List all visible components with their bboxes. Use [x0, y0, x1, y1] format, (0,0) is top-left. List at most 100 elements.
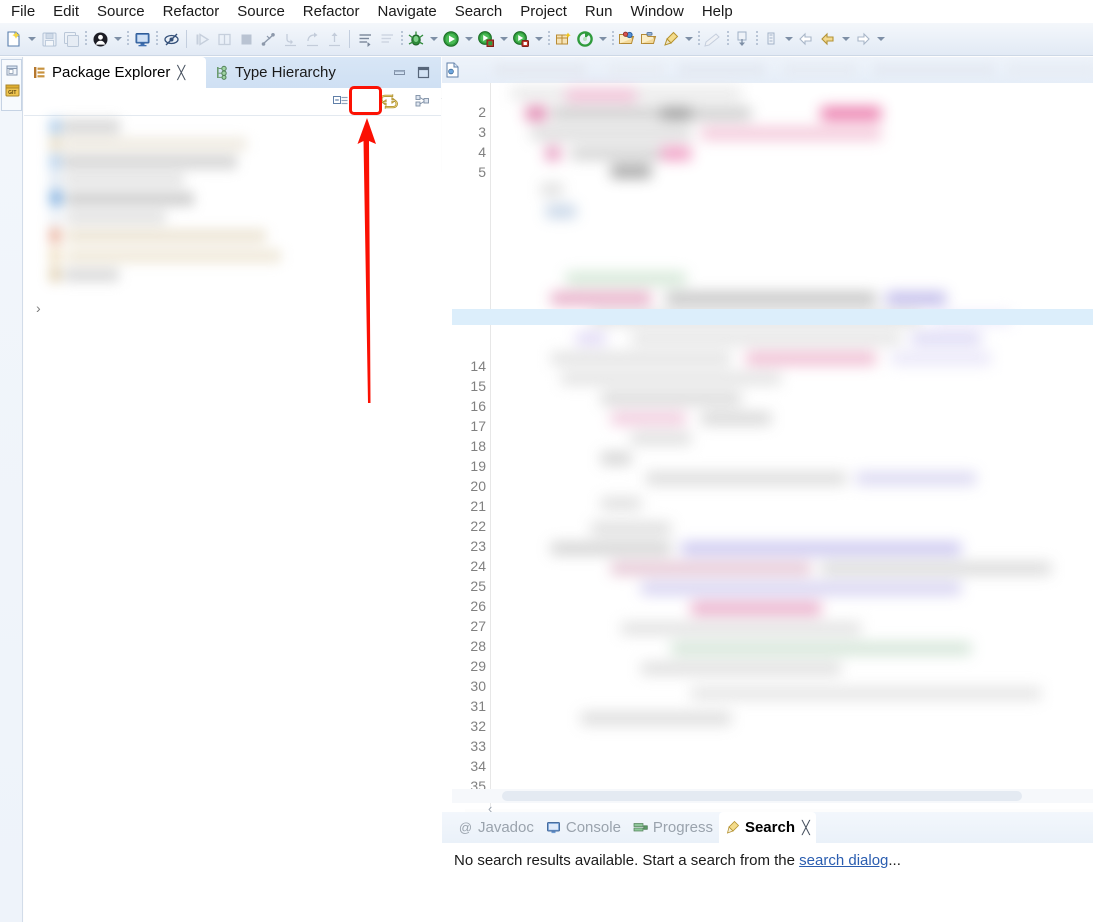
new-wizard-icon[interactable] [3, 27, 25, 51]
view-menu-icon[interactable] [412, 91, 432, 111]
toolbar-dots [545, 28, 552, 50]
tab-search-close-icon[interactable]: ╳ [802, 820, 810, 836]
toolbar-dots [398, 28, 405, 50]
menu-item-refactor[interactable]: Refactor [154, 1, 229, 23]
tab-progress-label: Progress [652, 819, 713, 836]
line-number: 3 [478, 124, 486, 140]
tab-progress[interactable]: Progress [627, 812, 719, 843]
line-number: 4 [478, 144, 486, 160]
next-edit-icon[interactable] [731, 27, 753, 51]
progress-icon [633, 820, 648, 835]
terminate-icon [235, 27, 257, 51]
line-number: 14 [470, 358, 486, 374]
forward-icon[interactable] [817, 27, 839, 51]
new-wizard-dropdown-icon[interactable] [25, 27, 38, 51]
editor-tabbar[interactable] [442, 57, 1093, 83]
tab-type-hierarchy[interactable]: Type Hierarchy [207, 57, 357, 88]
menu-item-help[interactable]: Help [693, 1, 742, 23]
line-number: 32 [470, 718, 486, 734]
external-tools-dropdown-icon[interactable] [596, 27, 609, 51]
search-empty-message-suffix: ... [888, 852, 901, 869]
menu-item-run[interactable]: Run [576, 1, 622, 23]
menu-item-source[interactable]: Source [88, 1, 154, 23]
step-return-icon [323, 27, 345, 51]
debug-icon[interactable] [405, 27, 427, 51]
line-number: 22 [470, 518, 486, 534]
menu-item-navigate[interactable]: Navigate [369, 1, 446, 23]
open-type-icon[interactable] [616, 27, 638, 51]
open-task-icon[interactable] [638, 27, 660, 51]
user-profile-icon[interactable] [89, 27, 111, 51]
step-into-icon [279, 27, 301, 51]
quick-access-icon [702, 27, 724, 51]
search-dialog-link[interactable]: search dialog [799, 852, 888, 869]
run-icon[interactable] [440, 27, 462, 51]
menu-item-search[interactable]: Search [446, 1, 512, 23]
run-coverage-icon[interactable] [475, 27, 497, 51]
toolbar-dots [124, 28, 131, 50]
console-icon [546, 820, 561, 835]
previous-annotation-icon [376, 27, 398, 51]
redacted-code-content[interactable] [491, 87, 1093, 805]
line-number: 31 [470, 698, 486, 714]
tab-package-explorer-close-icon[interactable]: ╳ [177, 66, 185, 79]
search-icon [725, 820, 740, 835]
editor-horizontal-scrollbar[interactable] [452, 789, 1093, 803]
line-number: 29 [470, 658, 486, 674]
search-pin-dropdown-icon[interactable] [682, 27, 695, 51]
editor-area: 2 3 4 5 14 15 16 17 18 19 20 21 22 23 24… [442, 57, 1093, 816]
line-number: 21 [470, 498, 486, 514]
link-with-editor-icon[interactable] [379, 91, 399, 111]
skip-breakpoints-icon[interactable] [160, 27, 182, 51]
line-number: 27 [470, 618, 486, 634]
open-console-icon[interactable] [131, 27, 153, 51]
redacted-tree-content [24, 115, 309, 320]
menu-item-refactor-2[interactable]: Refactor [294, 1, 369, 23]
debug-dropdown-icon[interactable] [427, 27, 440, 51]
collapse-all-icon[interactable] [330, 91, 350, 111]
suspend-icon [213, 27, 235, 51]
line-number: 23 [470, 538, 486, 554]
git-perspective-icon[interactable]: GIT [4, 82, 21, 99]
restore-perspective-icon[interactable] [4, 62, 21, 79]
menu-item-file[interactable]: File [2, 1, 44, 23]
tab-javadoc[interactable]: @ Javadoc [452, 812, 540, 843]
back-dropdown-icon[interactable] [839, 27, 852, 51]
line-number: 5 [478, 164, 486, 180]
run-server-icon[interactable] [510, 27, 532, 51]
redacted-editor-tabs [464, 59, 1093, 83]
line-number: 24 [470, 558, 486, 574]
left-view-tabbar: Package Explorer ╳ Type Hierarchy [24, 57, 441, 88]
package-explorer-icon [32, 65, 47, 80]
menu-item-window[interactable]: Window [621, 1, 692, 23]
toolbar-separator [182, 28, 191, 50]
toolbar-dots [82, 28, 89, 50]
forward-dropdown-icon[interactable] [874, 27, 887, 51]
external-tools-icon[interactable] [574, 27, 596, 51]
previous-member-dropdown-icon[interactable] [782, 27, 795, 51]
search-empty-message-prefix: No search results available. Start a sea… [454, 852, 800, 869]
previous-member-icon[interactable] [760, 27, 782, 51]
line-number: 16 [470, 398, 486, 414]
run-dropdown-icon[interactable] [462, 27, 475, 51]
run-coverage-dropdown-icon[interactable] [497, 27, 510, 51]
editor-scrollbar-thumb[interactable] [502, 791, 1022, 801]
menu-item-edit[interactable]: Edit [44, 1, 88, 23]
tab-console[interactable]: Console [540, 812, 627, 843]
search-pin-icon[interactable] [660, 27, 682, 51]
next-annotation-icon[interactable] [354, 27, 376, 51]
tab-package-explorer[interactable]: Package Explorer ╳ [24, 57, 206, 88]
bottom-view-tabbar: @ Javadoc Console Progress Search ╳ [442, 812, 1093, 843]
line-number: 30 [470, 678, 486, 694]
run-server-dropdown-icon[interactable] [532, 27, 545, 51]
minimize-view-button[interactable] [392, 65, 407, 80]
menu-item-source-2[interactable]: Source [228, 1, 294, 23]
fast-view-box: GIT [1, 59, 22, 111]
user-profile-dropdown-icon[interactable] [111, 27, 124, 51]
new-java-package-icon[interactable] [552, 27, 574, 51]
line-number: 2 [478, 104, 486, 120]
menu-item-project[interactable]: Project [511, 1, 576, 23]
tab-search[interactable]: Search ╳ [718, 812, 816, 843]
maximize-view-button[interactable] [416, 65, 431, 80]
tree-expand-arrow[interactable]: › [36, 300, 41, 316]
